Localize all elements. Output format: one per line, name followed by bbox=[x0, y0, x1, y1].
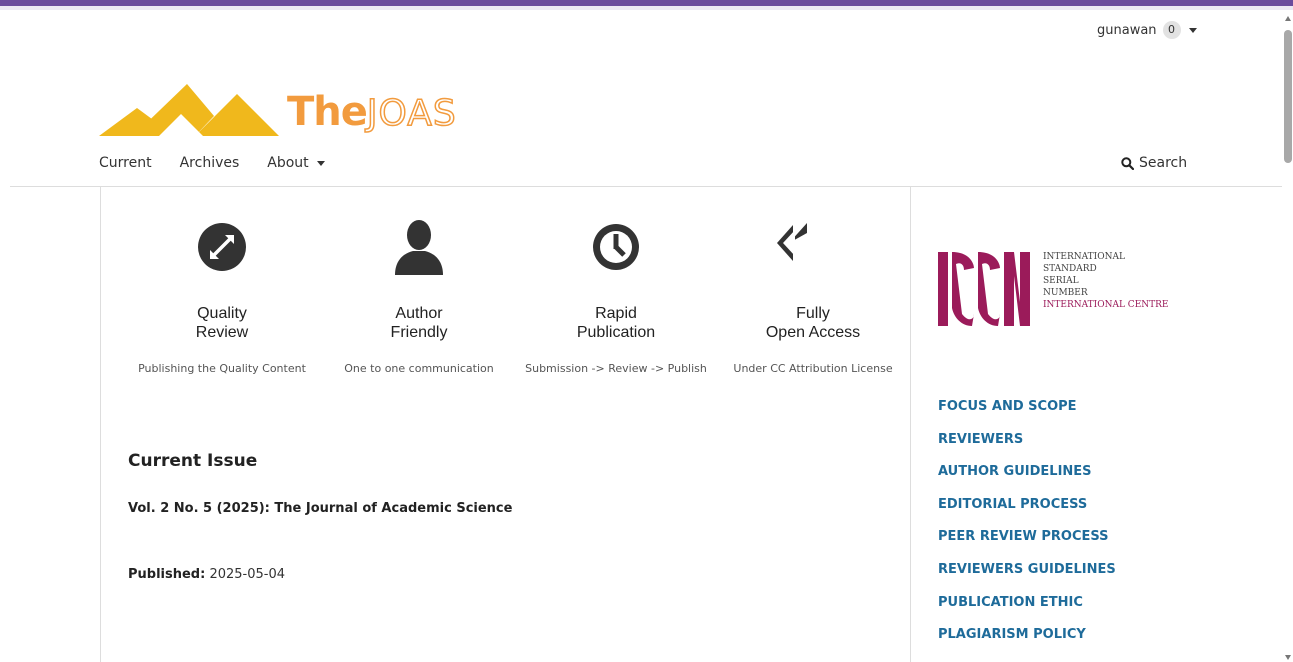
nav-about-label: About bbox=[267, 155, 309, 171]
sidebar-link-author-guidelines[interactable]: AUTHOR GUIDELINES bbox=[938, 463, 1116, 496]
user-silhouette-icon bbox=[395, 220, 443, 275]
logo-text-the: The bbox=[287, 89, 368, 135]
feature-title-line2: Open Access bbox=[765, 324, 861, 341]
sidebar-border bbox=[910, 187, 911, 662]
scroll-down-arrow-icon[interactable] bbox=[1285, 655, 1291, 660]
feature-title-line1: Fully bbox=[796, 305, 830, 322]
issn-caption: INTERNATIONAL STANDARD SERIAL NUMBER INT… bbox=[1043, 251, 1169, 311]
top-accent-shadow bbox=[0, 6, 1293, 10]
search-icon bbox=[1121, 156, 1134, 170]
sidebar-link-publication-ethic[interactable]: PUBLICATION ETHIC bbox=[938, 594, 1116, 627]
clock-icon bbox=[593, 224, 639, 270]
issn-line: INTERNATIONAL bbox=[1043, 252, 1125, 262]
feature-title-line1: Rapid bbox=[595, 305, 637, 322]
content-border-left bbox=[100, 187, 101, 662]
published-date: Published: 2025-05-04 bbox=[128, 567, 285, 582]
issn-line: STANDARD bbox=[1043, 264, 1097, 274]
main-nav: Current Archives About bbox=[99, 155, 325, 171]
feature-author-friendly: Author Friendly One to one communication bbox=[324, 212, 514, 375]
feature-rapid-publication: Rapid Publication Submission -> Review -… bbox=[521, 212, 711, 375]
sidebar-links: FOCUS AND SCOPE REVIEWERS AUTHOR GUIDELI… bbox=[938, 398, 1116, 659]
user-menu[interactable]: gunawan 0 bbox=[1097, 21, 1197, 39]
feature-title-line2: Friendly bbox=[390, 324, 448, 341]
feature-quality-review: Quality Review Publishing the Quality Co… bbox=[127, 212, 317, 375]
issn-logo-icon[interactable] bbox=[938, 248, 1033, 328]
notification-badge[interactable]: 0 bbox=[1162, 21, 1181, 39]
chevron-down-icon[interactable] bbox=[1188, 27, 1197, 33]
feature-title-line2: Publication bbox=[576, 324, 656, 341]
logo-text-joas: JOAS bbox=[366, 92, 457, 135]
nav-about[interactable]: About bbox=[267, 155, 325, 171]
issn-line: NUMBER bbox=[1043, 288, 1088, 298]
scroll-up-arrow-icon[interactable] bbox=[1285, 16, 1291, 21]
feature-description: One to one communication bbox=[344, 362, 494, 375]
sidebar-link-peer-review[interactable]: PEER REVIEW PROCESS bbox=[938, 528, 1116, 561]
feature-description: Submission -> Review -> Publish bbox=[525, 362, 707, 375]
feature-title-line1: Quality bbox=[197, 305, 247, 322]
chevron-down-icon bbox=[316, 160, 325, 166]
feature-title: Quality Review bbox=[127, 304, 317, 342]
feature-title: Rapid Publication bbox=[521, 304, 711, 342]
feature-open-access: Fully Open Access Under CC Attribution L… bbox=[718, 212, 908, 375]
nav-archives[interactable]: Archives bbox=[180, 155, 240, 171]
reply-all-icon bbox=[777, 223, 807, 261]
search-link[interactable]: Search bbox=[1121, 155, 1187, 171]
sidebar-link-reviewers-guidelines[interactable]: REVIEWERS GUIDELINES bbox=[938, 561, 1116, 594]
published-value: 2025-05-04 bbox=[209, 567, 286, 582]
issue-title-link[interactable]: Vol. 2 No. 5 (2025): The Journal of Acad… bbox=[128, 501, 512, 516]
feature-title-line1: Author bbox=[395, 305, 443, 322]
logo-wordmark[interactable]: TheJOAS bbox=[287, 89, 457, 135]
feature-title: Author Friendly bbox=[324, 304, 514, 342]
header-divider bbox=[10, 186, 1282, 187]
nav-current[interactable]: Current bbox=[99, 155, 152, 171]
username[interactable]: gunawan bbox=[1097, 23, 1157, 38]
expand-arrows-icon bbox=[198, 223, 246, 271]
feature-title: Fully Open Access bbox=[718, 304, 908, 342]
published-label: Published: bbox=[128, 567, 206, 582]
sidebar-link-plagiarism-policy[interactable]: PLAGIARISM POLICY bbox=[938, 626, 1116, 659]
current-issue-heading: Current Issue bbox=[128, 451, 258, 471]
sidebar-link-reviewers[interactable]: REVIEWERS bbox=[938, 431, 1116, 464]
issn-line: SERIAL bbox=[1043, 276, 1079, 286]
sidebar-link-editorial-process[interactable]: EDITORIAL PROCESS bbox=[938, 496, 1116, 529]
issn-line-centre: INTERNATIONAL CENTRE bbox=[1043, 300, 1169, 310]
scrollbar-thumb[interactable] bbox=[1284, 30, 1292, 163]
feature-description: Publishing the Quality Content bbox=[138, 362, 306, 375]
sidebar-link-focus-scope[interactable]: FOCUS AND SCOPE bbox=[938, 398, 1116, 431]
feature-title-line2: Review bbox=[195, 324, 249, 341]
search-label: Search bbox=[1139, 155, 1188, 171]
feature-description: Under CC Attribution License bbox=[733, 362, 893, 375]
